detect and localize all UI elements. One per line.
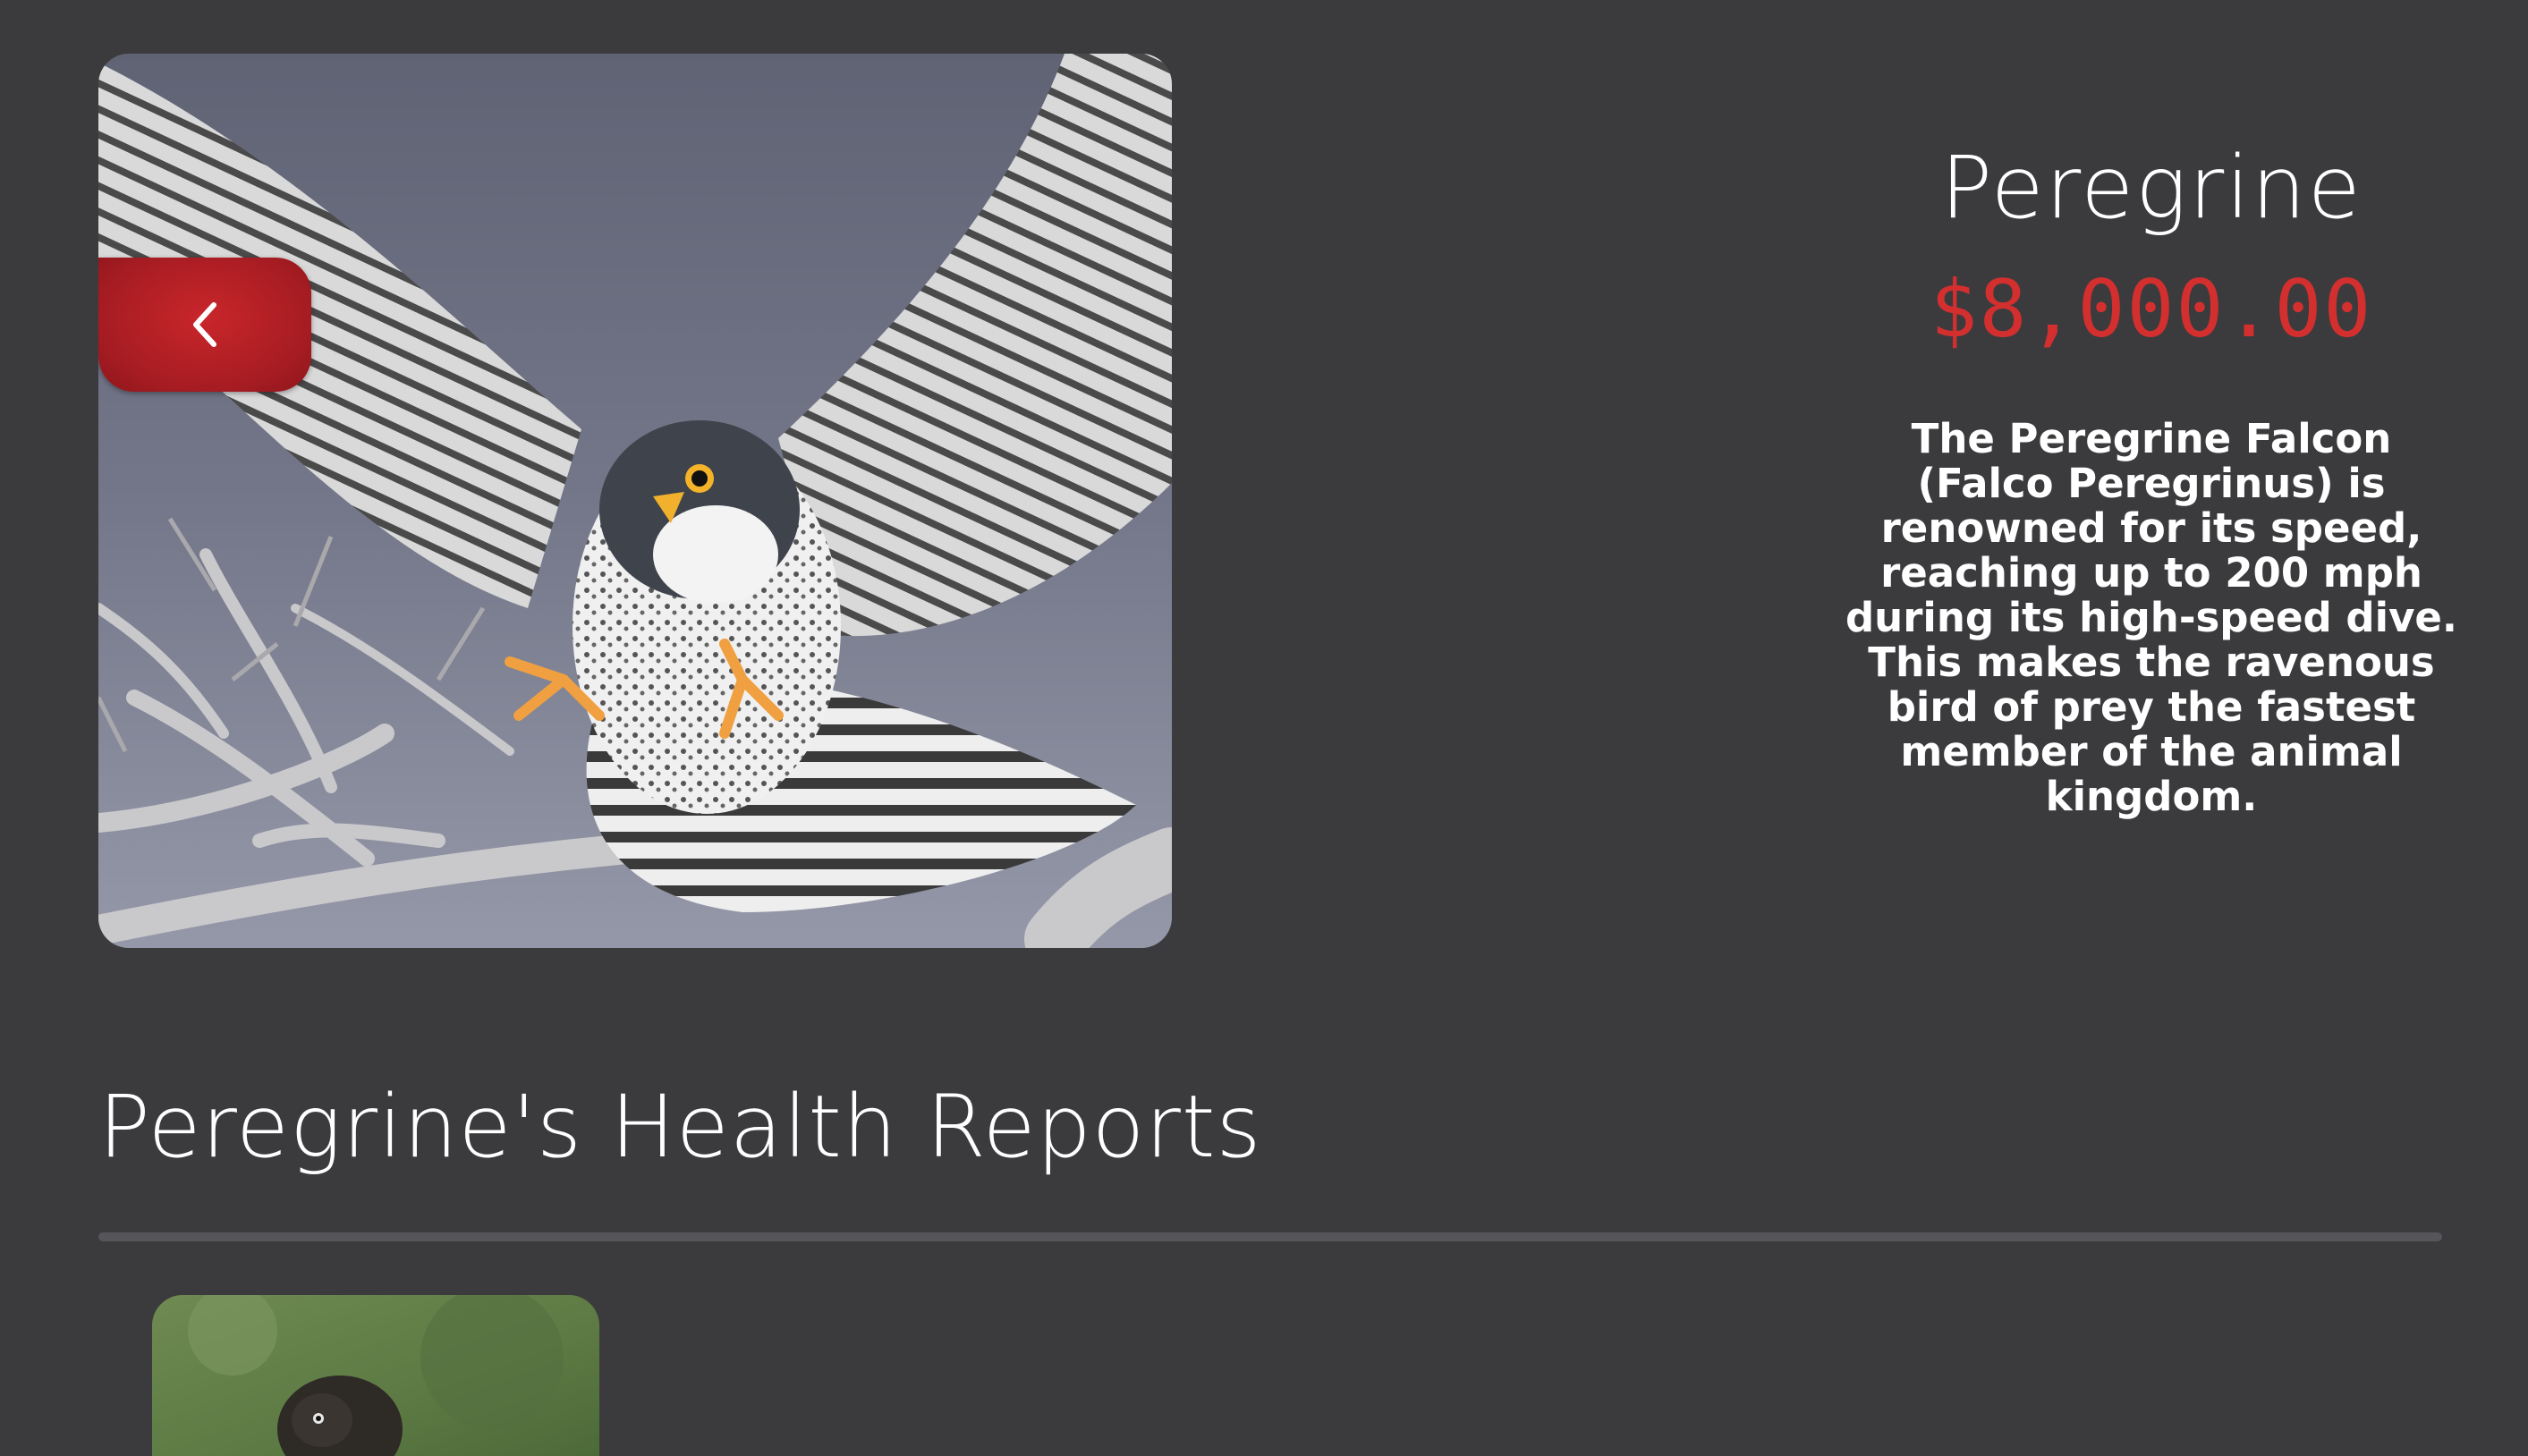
product-description: The Peregrine Falcon (Falco Peregrinus) … bbox=[1845, 415, 2458, 820]
health-report-card[interactable] bbox=[152, 1295, 599, 1456]
section-divider bbox=[98, 1232, 2442, 1241]
product-name: Peregrine bbox=[1940, 138, 2363, 238]
back-button[interactable] bbox=[98, 258, 311, 392]
product-info: Peregrine $8,000.00 The Peregrine Falcon… bbox=[1843, 134, 2460, 859]
health-reports-title: Peregrine's Health Reports bbox=[98, 1077, 1262, 1177]
falcon-thumbnail bbox=[152, 1295, 599, 1456]
product-image bbox=[98, 54, 1172, 948]
product-price: $8,000.00 bbox=[1930, 263, 2373, 355]
chevron-left-icon bbox=[193, 302, 216, 347]
falcon-photo bbox=[98, 54, 1172, 948]
